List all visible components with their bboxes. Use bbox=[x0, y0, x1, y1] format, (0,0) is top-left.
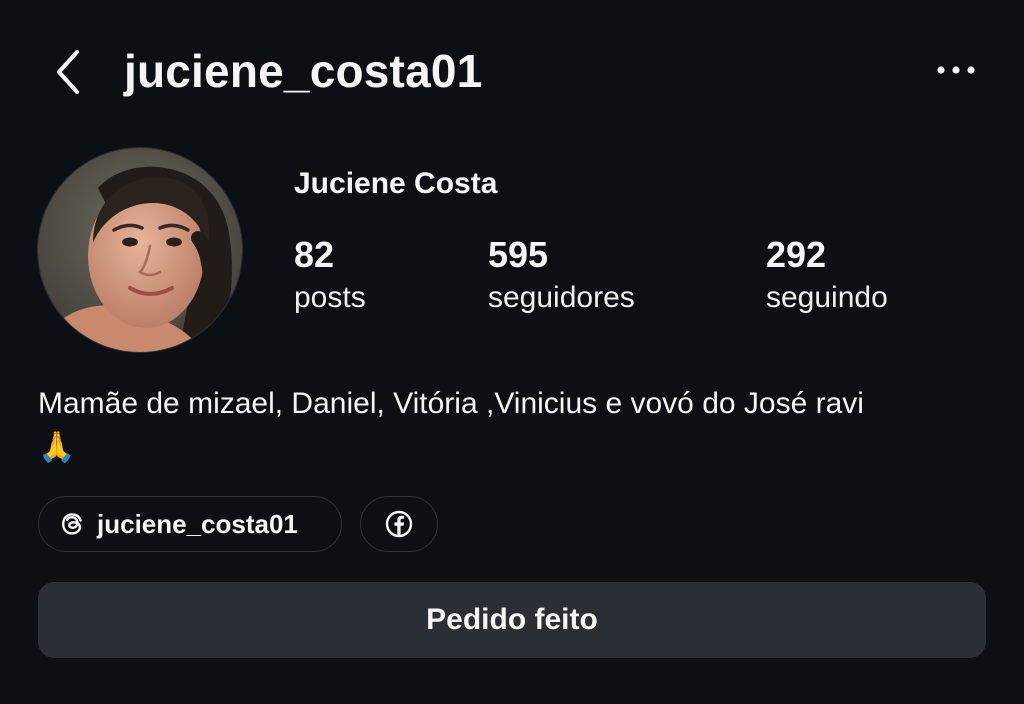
threads-handle: juciene_costa01 bbox=[97, 508, 298, 539]
followers-count: 595 bbox=[488, 234, 549, 275]
posts-count: 82 bbox=[294, 234, 335, 275]
profile-page: juciene_costa01 Juciene Costa 82 posts 5… bbox=[0, 0, 1024, 704]
avatar[interactable] bbox=[38, 148, 242, 352]
request-sent-button[interactable]: Pedido feito bbox=[38, 582, 986, 658]
profile-bio: Mamãe de mizael, Daniel, Vitória ,Vinici… bbox=[38, 382, 998, 470]
profile-username-title: juciene_costa01 bbox=[124, 45, 483, 97]
following-stat[interactable]: 292 seguindo bbox=[766, 232, 888, 318]
posts-label: posts bbox=[294, 281, 366, 314]
following-count: 292 bbox=[766, 234, 827, 275]
following-label: seguindo bbox=[766, 281, 888, 314]
threads-icon bbox=[62, 513, 82, 535]
bio-emoji: 🙏 bbox=[38, 431, 76, 464]
facebook-icon bbox=[385, 510, 413, 538]
profile-photo bbox=[38, 148, 242, 352]
bio-text: Mamãe de mizael, Daniel, Vitória ,Vinici… bbox=[38, 387, 864, 420]
profile-full-name: Juciene Costa bbox=[294, 167, 498, 200]
followers-stat[interactable]: 595 seguidores bbox=[488, 232, 635, 318]
back-button[interactable] bbox=[44, 44, 92, 100]
threads-link-chip[interactable]: juciene_costa01 bbox=[38, 496, 342, 552]
followers-label: seguidores bbox=[488, 281, 635, 314]
facebook-link-chip[interactable] bbox=[360, 496, 438, 552]
chevron-left-icon bbox=[57, 50, 79, 94]
more-horizontal-icon bbox=[937, 66, 975, 74]
more-options-button[interactable] bbox=[928, 50, 984, 90]
posts-stat[interactable]: 82 posts bbox=[294, 232, 366, 318]
